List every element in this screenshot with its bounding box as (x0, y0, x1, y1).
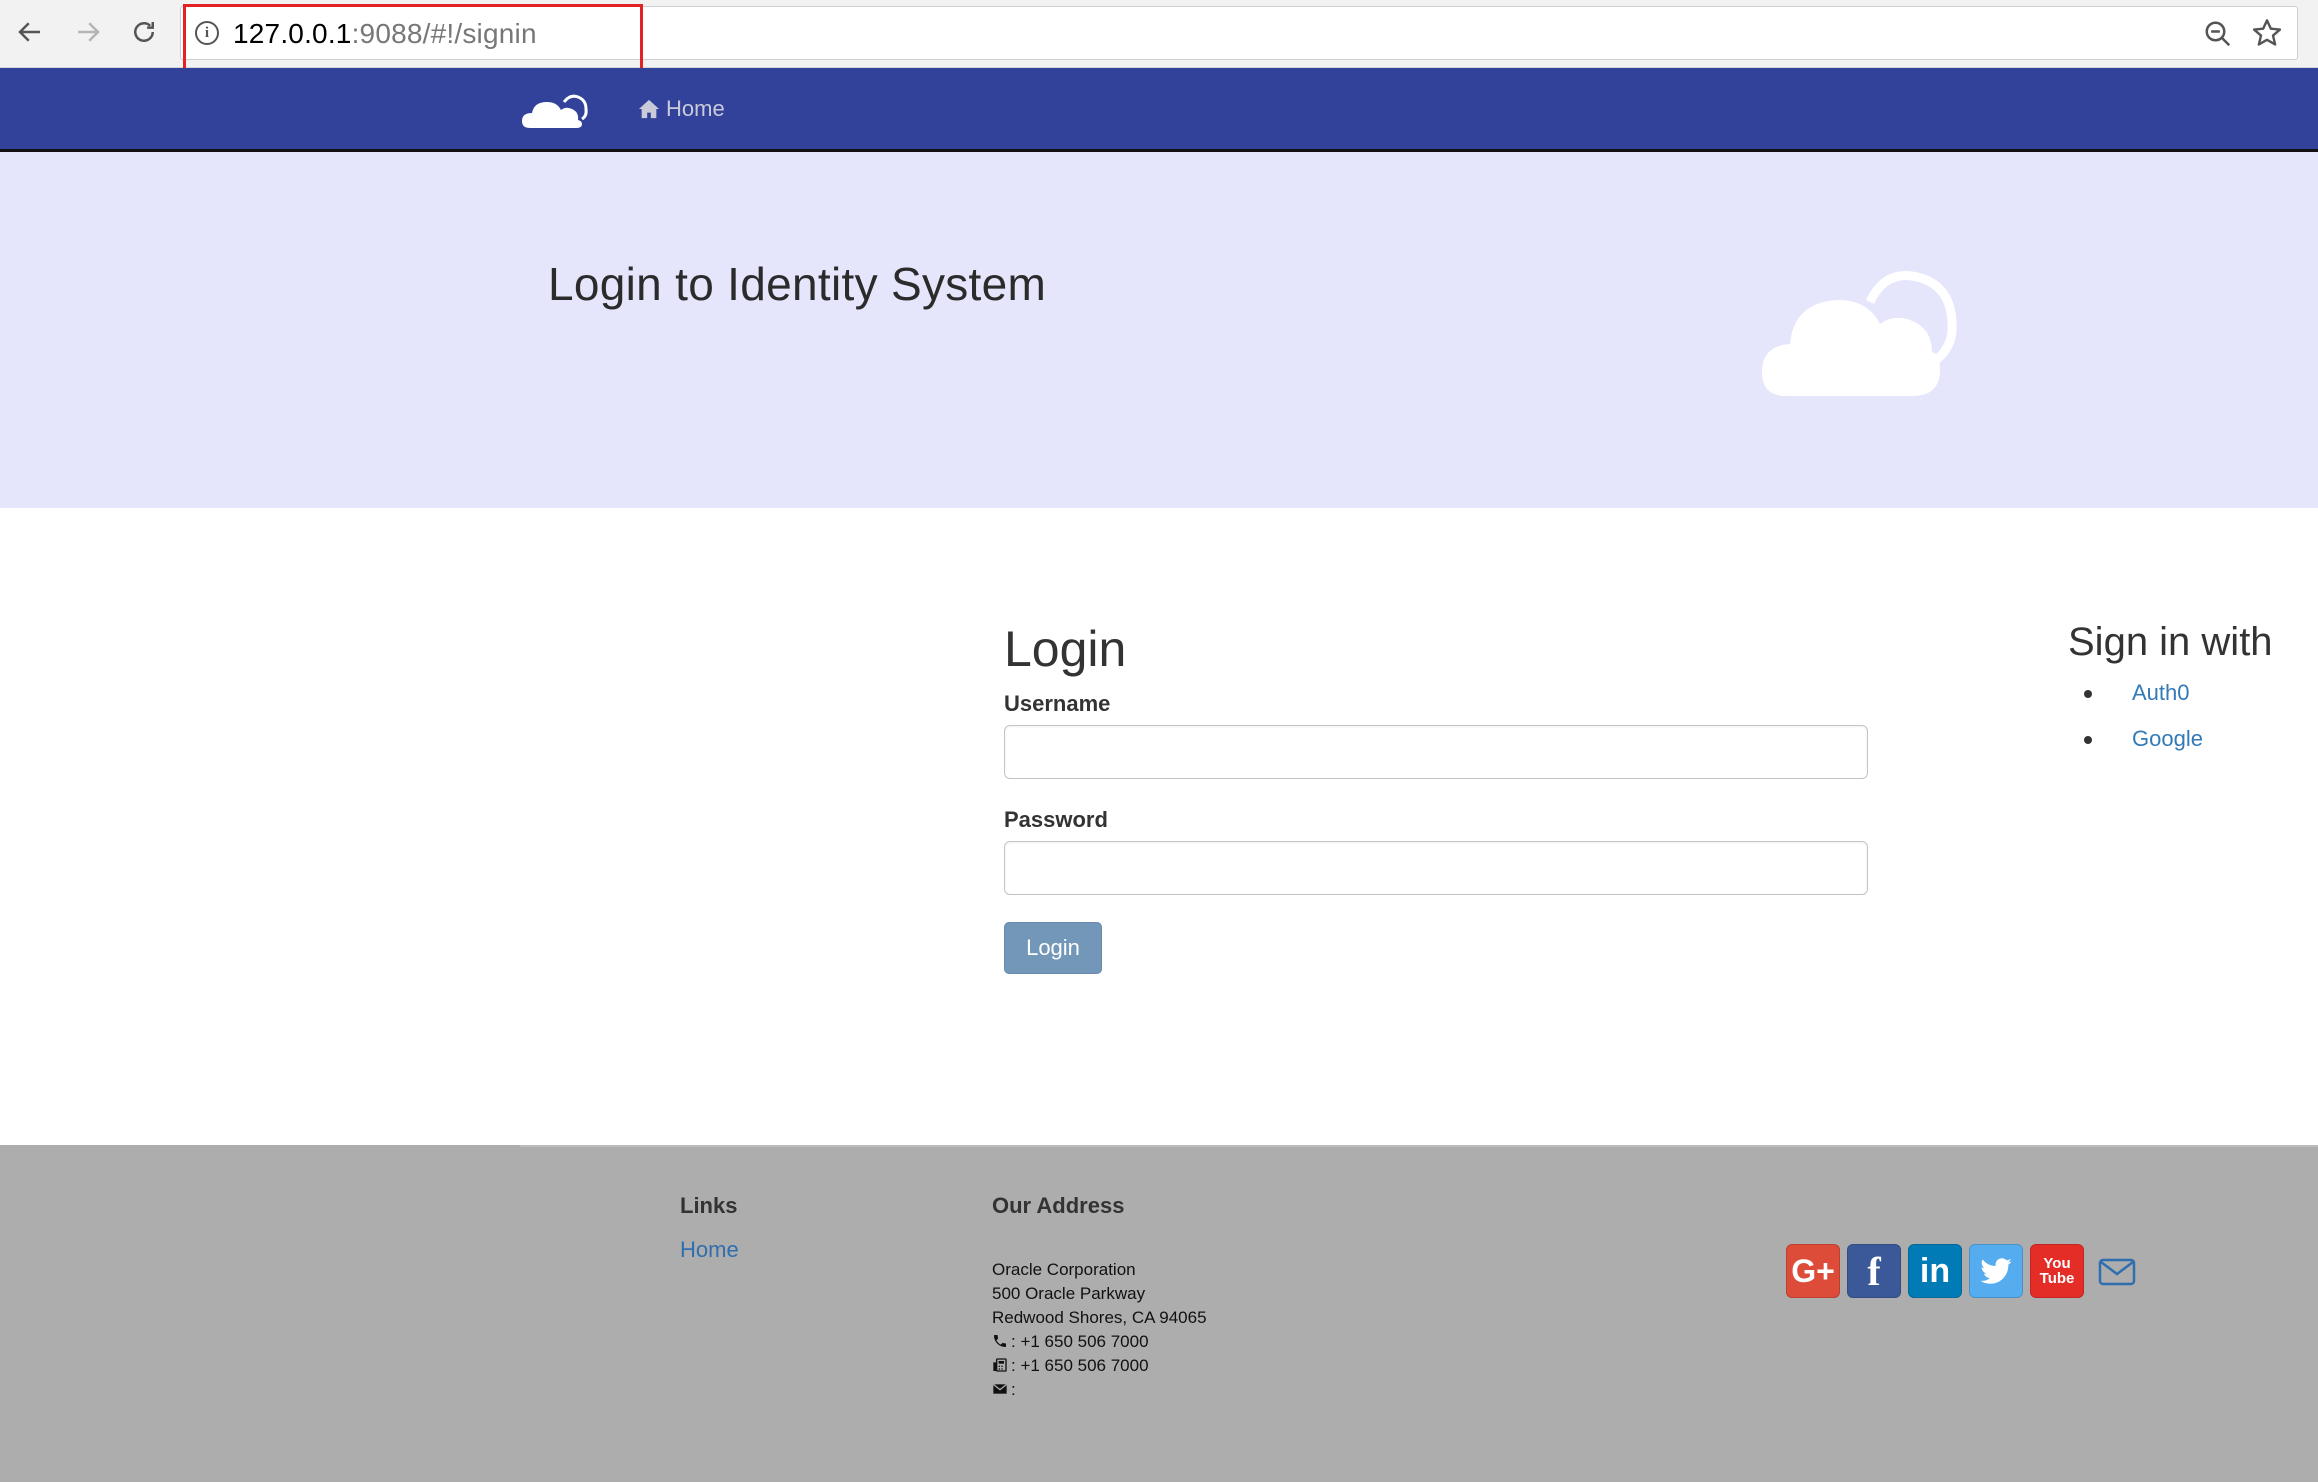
email-address: : (1011, 1380, 1016, 1399)
fax-line: : +1 650 506 7000 (992, 1356, 1149, 1376)
footer-address-heading: Our Address (992, 1193, 1125, 1218)
signin-with-heading: Sign in with (2068, 620, 2273, 664)
envelope-icon[interactable] (2098, 1258, 2136, 1286)
address-line: 500 Oracle Parkway (992, 1284, 1146, 1303)
zoom-out-icon[interactable] (2203, 19, 2233, 49)
reload-button[interactable] (124, 12, 164, 52)
phone-icon (994, 1335, 1006, 1347)
footer-links-heading: Links (680, 1193, 738, 1218)
youtube-icon[interactable]: You Tube (2030, 1244, 2084, 1298)
url-text: 127.0.0.1:9088/#!/signin (233, 18, 537, 50)
signin-provider-list: Auth0 Google (2084, 678, 2203, 770)
browser-toolbar: i 127.0.0.1:9088/#!/signin (0, 0, 2318, 68)
jumbotron: Login to Identity System (0, 152, 2318, 508)
url-path: :9088/#!/signin (351, 18, 537, 49)
arrow-left-icon (18, 22, 40, 42)
login-button[interactable]: Login (1004, 922, 1102, 974)
address-line: Redwood Shores, CA 94065 (992, 1308, 1207, 1327)
linkedin-icon[interactable]: in (1908, 1244, 1962, 1298)
google-signin-link[interactable]: Google (2132, 726, 2203, 751)
footer-home-link[interactable]: Home (680, 1237, 739, 1263)
forward-button[interactable] (68, 12, 108, 52)
home-icon (638, 99, 660, 119)
google-plus-icon[interactable]: G+ (1786, 1244, 1840, 1298)
footer-divider (520, 1145, 2318, 1147)
twitter-icon[interactable] (1969, 1244, 2023, 1298)
email-line: : (992, 1380, 1016, 1400)
address-bar[interactable]: i 127.0.0.1:9088/#!/signin (180, 6, 2298, 60)
site-footer: Links Home Our Address Oracle Corporatio… (0, 1145, 2318, 1482)
twitter-bird-icon (1980, 1258, 2012, 1284)
phone-line: : +1 650 506 7000 (992, 1332, 1149, 1352)
envelope-small-icon (992, 1383, 1008, 1394)
url-host: 127.0.0.1 (233, 18, 352, 49)
fax-number: : +1 650 506 7000 (1011, 1356, 1149, 1375)
nav-home-label: Home (666, 96, 725, 121)
facebook-icon[interactable]: f (1847, 1244, 1901, 1298)
username-input[interactable] (1004, 725, 1868, 779)
nav-home-link[interactable]: Home (638, 96, 725, 122)
site-navbar: Home (0, 68, 2318, 152)
login-heading: Login (1004, 621, 1127, 677)
arrow-right-icon (78, 22, 100, 42)
info-icon[interactable]: i (195, 21, 219, 45)
list-item: Google (2084, 724, 2203, 770)
password-label: Password (1004, 807, 1108, 832)
cloud-icon (1762, 271, 1957, 396)
reload-icon (134, 22, 154, 42)
phone-number: : +1 650 506 7000 (1011, 1332, 1149, 1351)
list-item: Auth0 (2084, 678, 2203, 724)
password-input[interactable] (1004, 841, 1868, 895)
address-line: Oracle Corporation (992, 1260, 1136, 1279)
social-links: G+ f in You Tube (1786, 1244, 2091, 1298)
bookmark-star-icon[interactable] (2251, 17, 2283, 49)
username-label: Username (1004, 691, 1111, 716)
page-title: Login to Identity System (548, 258, 1047, 310)
auth0-signin-link[interactable]: Auth0 (2132, 680, 2190, 705)
fax-icon (993, 1358, 1007, 1372)
cloud-logo-icon[interactable] (520, 88, 592, 132)
back-button[interactable] (10, 12, 50, 52)
